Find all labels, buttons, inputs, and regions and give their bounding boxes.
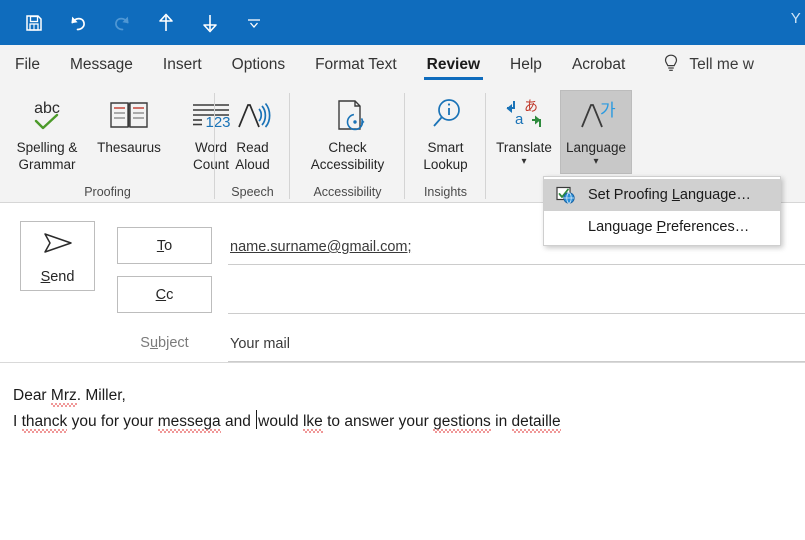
tab-format-text[interactable]: Format Text xyxy=(300,45,412,85)
tell-me-search[interactable]: Tell me w xyxy=(640,53,754,78)
misspelled-word: thanck xyxy=(22,413,68,430)
language-label: Language xyxy=(560,139,632,156)
ribbon-group-label-accessibility: Accessibility xyxy=(290,181,405,203)
misspelled-word: gestions xyxy=(433,413,491,430)
redo-icon xyxy=(110,9,134,37)
read-aloud-icon xyxy=(231,95,275,135)
check-accessibility-icon xyxy=(326,95,370,135)
tab-acrobat[interactable]: Acrobat xyxy=(557,45,640,85)
cc-button[interactable]: Cc xyxy=(117,276,212,313)
body-line-1: Dear Mrz. Miller, xyxy=(13,383,791,409)
send-arrow-icon xyxy=(38,228,78,263)
ribbon-group-speech: Read Aloud Speech xyxy=(215,85,290,203)
cc-field-underline xyxy=(228,313,805,314)
smart-lookup-label: Smart Lookup xyxy=(408,139,484,173)
customize-quick-access-toolbar-icon[interactable] xyxy=(242,9,266,37)
spelling-and-grammar-label: Spelling & Grammar xyxy=(6,139,88,173)
send-label: Send xyxy=(41,269,75,285)
body-text-run: Dear xyxy=(13,387,51,404)
menu-item-label: Language Preferences… xyxy=(588,219,749,235)
body-text-run: I xyxy=(13,413,22,430)
misspelled-word: messega xyxy=(158,413,221,430)
save-icon[interactable] xyxy=(22,9,46,37)
body-text-run: you for your xyxy=(67,413,157,430)
body-text-run: . Miller, xyxy=(77,387,126,404)
to-label: To xyxy=(157,238,172,254)
check-accessibility-label: Check Accessibility xyxy=(296,139,400,173)
chevron-down-icon[interactable]: ▾ xyxy=(593,156,598,168)
next-item-icon[interactable] xyxy=(198,9,222,37)
tab-message[interactable]: Message xyxy=(55,45,148,85)
tab-options[interactable]: Options xyxy=(217,45,300,85)
quick-access-toolbar xyxy=(22,0,266,45)
ribbon-group-label-proofing: Proofing xyxy=(0,181,215,203)
body-line-2: I thanck you for your messega and would … xyxy=(13,409,791,435)
to-button[interactable]: To xyxy=(117,227,212,264)
tell-me-label: Tell me w xyxy=(689,56,754,74)
window-title: Y xyxy=(791,10,801,27)
menu-item-set-proofing-language[interactable]: Set Proofing Language… xyxy=(544,179,780,211)
to-field-underline xyxy=(228,264,805,265)
tab-help[interactable]: Help xyxy=(495,45,557,85)
ribbon-tab-strip: File Message Insert Options Format Text … xyxy=(0,45,805,85)
menu-item-language-preferences[interactable]: Language Preferences… xyxy=(544,211,780,243)
proofing-language-icon xyxy=(544,185,588,205)
chevron-down-icon[interactable]: ▾ xyxy=(521,156,526,168)
tab-insert[interactable]: Insert xyxy=(148,45,217,85)
language-button[interactable]: 가 Language ▾ xyxy=(560,90,632,174)
body-text-run: to answer your xyxy=(323,413,433,430)
svg-text:あ: あ xyxy=(524,99,538,115)
ribbon-group-label-speech: Speech xyxy=(215,181,290,203)
previous-item-icon[interactable] xyxy=(154,9,178,37)
read-aloud-label: Read Aloud xyxy=(218,139,288,173)
body-text-run: would xyxy=(258,413,303,430)
tab-file[interactable]: File xyxy=(0,45,55,85)
language-dropdown-menu: Set Proofing Language… Language Preferen… xyxy=(543,176,781,246)
translate-label: Translate xyxy=(488,139,560,156)
text-cursor xyxy=(256,410,257,429)
language-a-ga-icon: 가 xyxy=(573,95,619,135)
body-text-run: and xyxy=(221,413,255,430)
tab-review[interactable]: Review xyxy=(412,45,495,85)
subject-field-value[interactable]: Your mail xyxy=(230,336,290,352)
undo-icon[interactable] xyxy=(66,9,90,37)
ribbon-group-accessibility: Check Accessibility Accessibility xyxy=(290,85,405,203)
title-bar: Y xyxy=(0,0,805,45)
svg-text:가: 가 xyxy=(600,101,616,121)
svg-text:a: a xyxy=(515,111,524,128)
message-body-pane[interactable]: Dear Mrz. Miller, I thanck you for your … xyxy=(0,362,805,540)
thesaurus-label: Thesaurus xyxy=(88,139,170,156)
to-field-value[interactable]: name.surname@gmail.com; xyxy=(230,239,412,255)
magnifier-info-icon xyxy=(424,95,468,135)
abc-check-icon: abc xyxy=(24,95,70,135)
check-accessibility-button[interactable]: Check Accessibility xyxy=(296,90,400,174)
misspelled-word: lke xyxy=(303,413,323,430)
misspelled-word: detaille xyxy=(512,413,561,430)
lightbulb-icon xyxy=(662,53,680,78)
thesaurus-button[interactable]: Thesaurus xyxy=(88,90,170,174)
book-icon xyxy=(107,95,151,135)
send-button[interactable]: Send xyxy=(20,221,95,291)
body-text-run: in xyxy=(491,413,512,430)
ribbon-group-proofing: abc Spelling & Grammar xyxy=(0,85,215,203)
ribbon-group-label-insights: Insights xyxy=(405,181,486,203)
ribbon-group-insights: Smart Lookup Insights xyxy=(405,85,486,203)
subject-label: Subject xyxy=(117,335,212,351)
message-body-text[interactable]: Dear Mrz. Miller, I thanck you for your … xyxy=(13,383,791,435)
smart-lookup-button[interactable]: Smart Lookup xyxy=(408,90,484,174)
read-aloud-button[interactable]: Read Aloud xyxy=(218,90,288,174)
spelling-and-grammar-button[interactable]: abc Spelling & Grammar xyxy=(6,90,88,174)
cc-label: Cc xyxy=(156,287,174,303)
outlook-compose-window: Y File Message Insert Options Format Tex… xyxy=(0,0,805,540)
translate-icon: a あ xyxy=(502,95,546,135)
misspelled-word: Mrz xyxy=(51,387,77,404)
translate-button[interactable]: a あ Translate ▾ xyxy=(488,90,560,174)
menu-item-label: Set Proofing Language… xyxy=(588,187,751,203)
